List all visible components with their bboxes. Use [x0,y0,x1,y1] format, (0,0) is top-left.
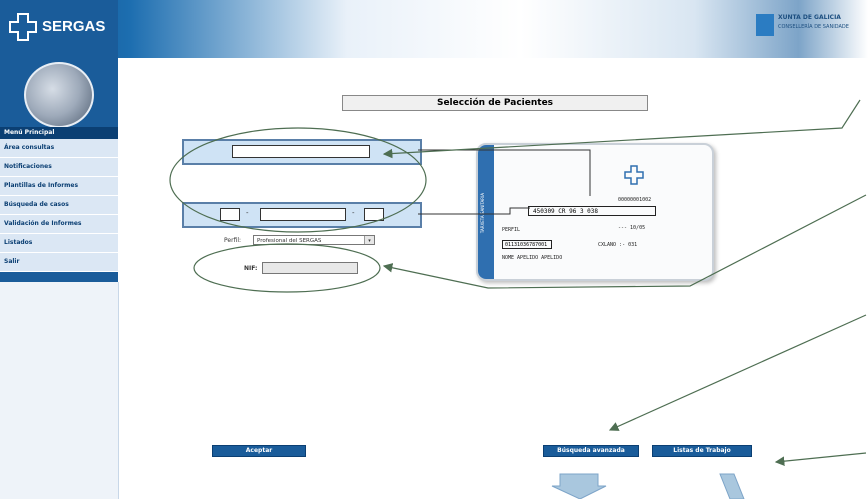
accept-button[interactable]: Aceptar [212,445,306,457]
annotation-overlay [169,99,867,499]
chevron-down-icon: ▾ [364,236,374,244]
card-number-row [182,139,422,165]
code-separator: - [352,209,355,217]
menu-item-busqueda-casos[interactable]: Búsqueda de casos [0,196,118,215]
card-line-label: PERFIL [502,227,521,233]
menu-item-notificaciones[interactable]: Notificaciones [0,158,118,177]
profile-label: Perfil: [224,237,242,244]
code-part2-input[interactable] [260,208,346,221]
code-part3-input[interactable] [364,208,384,221]
code-parts-row: - - [182,202,422,228]
sidebar-lower-panel [0,282,119,499]
card-stripe-text: TARXETA SANITARIA [480,193,485,234]
callout-arrow [608,314,867,431]
menu-item-plantillas[interactable]: Plantillas de Informes [0,177,118,196]
nif-label: NIF: [244,265,258,272]
advanced-search-button[interactable]: Búsqueda avanzada [543,445,639,457]
code-part1-input[interactable] [220,208,240,221]
brand-name: SERGAS [42,18,106,35]
xunta-name: XUNTA DE GALICIA [778,14,841,21]
main-menu: Menú Principal Área consultas Notificaci… [0,127,118,272]
health-card-illustration: TARXETA SANITARIA 00000001002 450309 CR … [476,143,714,281]
card-cross-icon [624,165,644,185]
profile-select[interactable]: Profesional del SERGAS ▾ [253,235,375,245]
menu-item-listados[interactable]: Listados [0,234,118,253]
card-top-number: 00000001002 [618,197,652,203]
sergas-cross-icon [9,13,37,41]
card-id-number: 01131036787001 [502,240,552,249]
page-title: Selección de Pacientes [342,95,648,111]
menu-item-salir[interactable]: Salir [0,253,118,272]
xunta-department: CONSELLERÍA DE SANIDADE [778,24,849,30]
profile-selected-value: Profesional del SERGAS [257,238,322,244]
card-number-input[interactable] [232,145,370,158]
callout-arrow [774,452,867,466]
menu-title: Menú Principal [0,127,118,139]
sergas-logo[interactable]: SERGAS [8,12,118,42]
card-line-value: --- 10/05 [618,225,646,231]
card-holder-name: NOME APELIDO APELIDO [502,255,563,261]
header-banner [0,0,868,58]
code-separator: - [246,209,249,217]
menu-item-area-consultas[interactable]: Área consultas [0,139,118,158]
menu-item-validacion[interactable]: Validación de Informes [0,215,118,234]
down-arrow-icon [719,473,745,499]
card-cxlano: CXLANO :- 031 [598,242,638,248]
medal-emblem [24,62,94,128]
work-lists-button[interactable]: Listas de Trabajo [652,445,752,457]
nif-input[interactable] [262,262,358,274]
xunta-emblem-icon [756,14,774,36]
down-arrow-icon [551,473,607,499]
xunta-logo: XUNTA DE GALICIA CONSELLERÍA DE SANIDADE [756,12,868,38]
card-main-number: 450309 CR 96 3 038 [528,206,656,216]
